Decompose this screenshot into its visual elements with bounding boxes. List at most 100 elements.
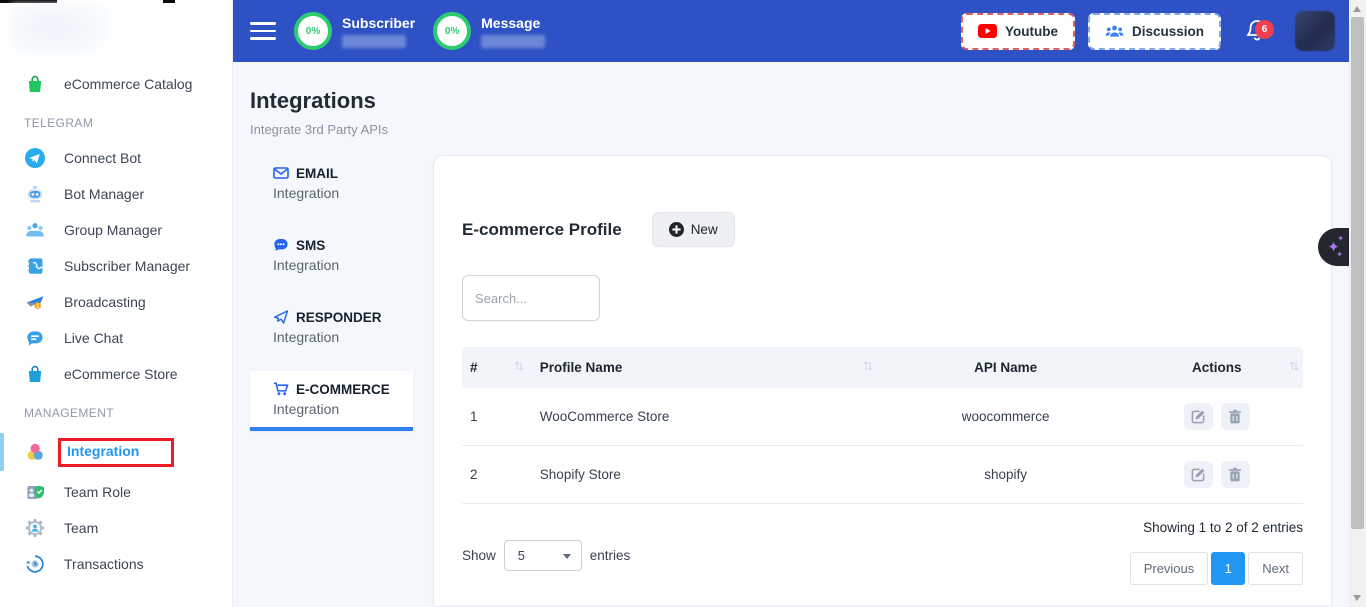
subscriber-stat: 0% Subscriber — [294, 12, 415, 50]
sidebar-item-bot-manager[interactable]: Bot Manager — [0, 176, 232, 212]
integration-subnav: EMAIL Integration SMS Integration — [250, 155, 413, 431]
subnav-item-ecommerce[interactable]: E-COMMERCE Integration — [250, 371, 413, 431]
paper-plane-icon — [273, 309, 289, 325]
youtube-button-label: Youtube — [1005, 24, 1058, 39]
column-header-profile-name[interactable]: Profile Name — [540, 360, 623, 375]
sidebar-item-label: Team — [64, 520, 98, 536]
new-profile-button[interactable]: New — [652, 212, 735, 247]
card-title: E-commerce Profile — [462, 220, 622, 240]
sidebar-item-label: Integration — [67, 443, 139, 459]
sort-icon[interactable] — [514, 360, 524, 375]
annotation-highlight-box: Integration — [58, 438, 174, 467]
sort-icon[interactable] — [1289, 360, 1299, 375]
subnav-item-email[interactable]: EMAIL Integration — [250, 155, 413, 211]
user-avatar[interactable] — [1295, 11, 1335, 51]
sidebar-item-broadcasting[interactable]: 1 Broadcasting — [0, 284, 232, 320]
discussion-button-label: Discussion — [1132, 24, 1204, 39]
sms-bubble-icon — [273, 237, 289, 253]
column-header-index[interactable]: # — [470, 360, 478, 375]
new-button-label: New — [691, 222, 718, 237]
sidebar-item-team-role[interactable]: Team Role — [0, 474, 232, 510]
ai-assistant-button[interactable]: ✦ ✦ ✦ — [1318, 228, 1349, 266]
sidebar-item-label: Connect Bot — [64, 150, 141, 166]
vertical-scrollbar[interactable] — [1349, 0, 1366, 607]
notifications-button[interactable]: 6 — [1245, 18, 1269, 44]
chat-bubble-icon — [24, 327, 46, 349]
row-index: 1 — [470, 409, 478, 424]
subnav-item-title: E-COMMERCE — [296, 382, 390, 397]
shopping-bag-blue-icon — [24, 363, 46, 385]
sidebar-item-label: eCommerce Catalog — [64, 76, 192, 92]
logo-strip-2 — [163, 0, 175, 3]
scroll-up-arrow-icon[interactable] — [1353, 6, 1361, 12]
hamburger-menu-icon[interactable] — [250, 22, 276, 40]
subnav-item-title: RESPONDER — [296, 310, 382, 325]
column-header-actions[interactable]: Actions — [1192, 360, 1242, 375]
next-page-button[interactable]: Next — [1248, 552, 1303, 585]
subnav-item-sms[interactable]: SMS Integration — [250, 227, 413, 283]
svg-text:1: 1 — [36, 303, 39, 309]
sidebar-item-label: Team Role — [64, 484, 131, 500]
telegram-icon — [24, 147, 46, 169]
row-index: 2 — [470, 467, 478, 482]
show-label: Show — [462, 548, 496, 563]
table-header-row: # Profile Name API Name Actions — [462, 347, 1303, 388]
message-progress-ring: 0% — [433, 12, 471, 50]
scrollbar-thumb[interactable] — [1351, 17, 1364, 529]
page-size-select[interactable]: 5 — [504, 540, 582, 571]
entries-label: entries — [590, 548, 631, 563]
sidebar-item-label: Transactions — [64, 556, 144, 572]
search-input[interactable] — [462, 275, 600, 321]
page-size-value: 5 — [518, 548, 525, 563]
sidebar-item-label: Bot Manager — [64, 186, 144, 202]
message-stat: 0% Message — [433, 12, 545, 50]
subnav-item-subtitle: Integration — [273, 401, 413, 417]
sort-icon[interactable] — [863, 360, 873, 375]
sparkle-small-icon: ✦ — [1337, 234, 1344, 243]
showing-entries-text: Showing 1 to 2 of 2 entries — [1143, 520, 1303, 535]
page-title: Integrations — [250, 88, 1349, 114]
sidebar-section-management: MANAGEMENT — [0, 392, 232, 430]
subnav-item-title: SMS — [296, 238, 325, 253]
current-page-button[interactable]: 1 — [1211, 552, 1245, 585]
api-name-cell: woocommerce — [881, 394, 1131, 439]
contact-book-icon — [24, 255, 46, 277]
sidebar-item-group-manager[interactable]: Group Manager — [0, 212, 232, 248]
pagination: Previous 1 Next — [1130, 552, 1303, 585]
ecommerce-profile-card: E-commerce Profile New # — [433, 155, 1332, 605]
group-icon — [24, 219, 46, 241]
app-logo — [10, 4, 110, 56]
sidebar-item-team[interactable]: Team — [0, 510, 232, 546]
sidebar-item-connect-bot[interactable]: Connect Bot — [0, 140, 232, 176]
subscriber-stat-value-blurred — [342, 35, 406, 48]
sidebar-item-label: eCommerce Store — [64, 366, 178, 382]
robot-icon — [24, 183, 46, 205]
integration-circles-icon — [24, 441, 46, 463]
api-name-cell: shopify — [881, 452, 1131, 497]
youtube-button[interactable]: Youtube — [961, 13, 1075, 50]
scroll-down-arrow-icon[interactable] — [1353, 595, 1361, 601]
delete-button[interactable] — [1221, 461, 1250, 488]
sidebar-item-ecommerce-store[interactable]: eCommerce Store — [0, 356, 232, 392]
column-header-api-name[interactable]: API Name — [881, 347, 1131, 388]
edit-button[interactable] — [1184, 461, 1213, 488]
subnav-item-responder[interactable]: RESPONDER Integration — [250, 299, 413, 355]
sidebar-item-integration[interactable]: Integration — [0, 430, 232, 474]
subnav-item-subtitle: Integration — [273, 329, 413, 345]
notification-count-badge: 6 — [1255, 20, 1274, 39]
sidebar-item-subscriber-manager[interactable]: Subscriber Manager — [0, 248, 232, 284]
sidebar-item-live-chat[interactable]: Live Chat — [0, 320, 232, 356]
edit-button[interactable] — [1184, 403, 1213, 430]
sidebar-item-transactions[interactable]: Transactions — [0, 546, 232, 582]
sidebar-item-label: Broadcasting — [64, 294, 146, 310]
trash-icon — [1228, 409, 1242, 424]
sidebar-item-ecommerce-catalog[interactable]: eCommerce Catalog — [0, 66, 232, 102]
delete-button[interactable] — [1221, 403, 1250, 430]
table-row: 1 WooCommerce Store woocommerce — [462, 388, 1303, 446]
plus-circle-icon — [669, 222, 684, 237]
discussion-button[interactable]: Discussion — [1088, 13, 1221, 50]
chevron-down-icon — [563, 554, 571, 559]
previous-page-button[interactable]: Previous — [1130, 552, 1209, 585]
sparkle-small-icon: ✦ — [1336, 250, 1343, 259]
youtube-icon — [978, 24, 997, 38]
